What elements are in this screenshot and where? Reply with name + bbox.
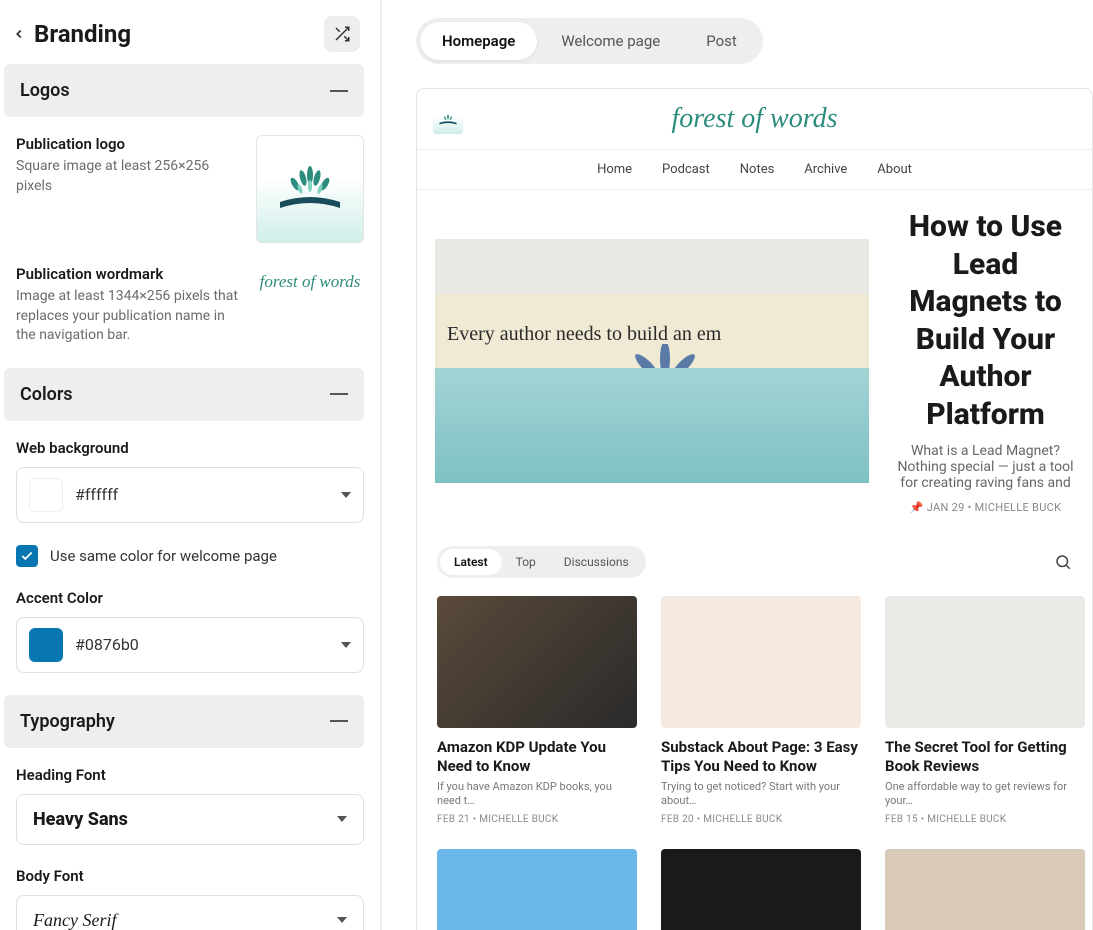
section-typography-title: Typography [20,711,115,732]
section-colors-title: Colors [20,384,73,405]
body-font-value: Fancy Serif [33,910,116,930]
nav-podcast[interactable]: Podcast [662,162,710,177]
post-title: The Secret Tool for Getting Book Reviews [885,738,1085,776]
chevron-down-icon [337,917,347,923]
publication-logo-desc: Square image at least 256×256 pixels [16,157,244,196]
feature-meta: 📌 JAN 29 • MICHELLE BUCK [897,501,1074,514]
post-card[interactable] [661,849,861,930]
page-title: Branding [34,20,131,48]
preview-frame: forest of words Home Podcast Notes Archi… [416,88,1093,930]
preview-logo[interactable] [433,104,463,134]
wordmark-desc: Image at least 1344×256 pixels that repl… [16,287,244,346]
section-colors[interactable]: Colors [4,368,364,421]
sort-row: Latest Top Discussions [417,532,1092,588]
wordmark-field: Publication wordmark Image at least 1344… [16,265,364,346]
nav-about[interactable]: About [877,162,912,177]
section-logos[interactable]: Logos [4,64,364,117]
settings-sidebar: Branding Logos Publication logo Square i… [0,0,380,930]
post-thumb [885,596,1085,728]
web-bg-swatch[interactable] [29,478,63,512]
nav-archive[interactable]: Archive [804,162,847,177]
accent-value: #0876b0 [75,635,329,654]
search-icon[interactable] [1054,553,1072,571]
sort-pills: Latest Top Discussions [437,546,646,578]
section-typography[interactable]: Typography [4,695,364,748]
accent-label: Accent Color [16,589,364,607]
collapse-icon [330,393,348,395]
tab-post[interactable]: Post [684,22,759,60]
preview-pane: Homepage Welcome page Post forest of wor… [382,0,1093,930]
post-card[interactable] [437,849,637,930]
tab-welcome[interactable]: Welcome page [539,22,682,60]
chevron-down-icon [341,642,351,648]
tab-homepage[interactable]: Homepage [420,22,537,60]
preview-nav: Home Podcast Notes Archive About [417,149,1092,190]
post-meta: FEB 15 • MICHELLE BUCK [885,814,1085,825]
chevron-down-icon [341,492,351,498]
post-title: Substack About Page: 3 Easy Tips You Nee… [661,738,861,776]
same-color-row[interactable]: Use same color for welcome page [16,545,364,567]
same-color-label: Use same color for welcome page [50,547,277,565]
accent-field: Accent Color #0876b0 [16,589,364,673]
section-logos-title: Logos [20,80,70,101]
accent-swatch[interactable] [29,628,63,662]
heading-font-label: Heading Font [16,766,364,784]
nav-notes[interactable]: Notes [740,162,775,177]
accent-input[interactable]: #0876b0 [16,617,364,673]
collapse-icon [330,90,348,92]
preview-brand[interactable]: forest of words [672,103,838,135]
sort-latest[interactable]: Latest [440,549,502,575]
web-bg-field: Web background #ffffff [16,439,364,523]
web-bg-value: #ffffff [75,485,329,504]
preview-topbar: forest of words [417,89,1092,149]
post-meta: FEB 20 • MICHELLE BUCK [661,814,861,825]
heading-font-select[interactable]: Heavy Sans [16,794,364,845]
post-thumb [661,849,861,930]
body-font-field: Body Font Fancy Serif [16,867,364,930]
back-button[interactable] [12,27,26,41]
post-thumb [885,849,1085,930]
wordmark-thumb[interactable]: forest of words [256,265,364,299]
heading-font-field: Heading Font Heavy Sans [16,766,364,845]
post-sub: One affordable way to get reviews for yo… [885,780,1085,809]
feature-body: How to Use Lead Magnets to Build Your Au… [897,208,1074,514]
sort-discussions[interactable]: Discussions [550,549,643,575]
feature-post[interactable]: Every author needs to build an em How to… [417,190,1092,532]
same-color-checkbox[interactable] [16,545,38,567]
sidebar-header: Branding [4,10,364,64]
post-card[interactable]: Amazon KDP Update You Need to Know If yo… [437,596,637,825]
publication-logo-field: Publication logo Square image at least 2… [16,135,364,243]
post-title: Amazon KDP Update You Need to Know [437,738,637,776]
post-sub: If you have Amazon KDP books, you need t… [437,780,637,809]
post-card[interactable] [885,849,1085,930]
heading-font-value: Heavy Sans [33,809,128,830]
chevron-down-icon [337,816,347,822]
post-thumb [437,596,637,728]
post-card[interactable]: Substack About Page: 3 Easy Tips You Nee… [661,596,861,825]
wordmark-text: forest of words [260,272,361,292]
feature-title: How to Use Lead Magnets to Build Your Au… [897,208,1074,433]
post-sub: Trying to get noticed? Start with your a… [661,780,861,809]
feature-image: Every author needs to build an em [435,239,869,483]
publication-logo-label: Publication logo [16,135,244,153]
sort-top[interactable]: Top [502,549,550,575]
body-font-label: Body Font [16,867,364,885]
feature-sub: What is a Lead Magnet? Nothing special —… [897,443,1074,491]
web-bg-input[interactable]: #ffffff [16,467,364,523]
preview-tabs: Homepage Welcome page Post [416,18,763,64]
wordmark-label: Publication wordmark [16,265,244,283]
publication-logo-thumb[interactable] [256,135,364,243]
collapse-icon [330,720,348,722]
flower-icon [625,344,705,424]
post-card[interactable]: The Secret Tool for Getting Book Reviews… [885,596,1085,825]
shuffle-button[interactable] [324,16,360,52]
post-thumb [437,849,637,930]
web-bg-label: Web background [16,439,364,457]
post-meta: FEB 21 • MICHELLE BUCK [437,814,637,825]
post-grid: Amazon KDP Update You Need to Know If yo… [417,588,1092,930]
body-font-select[interactable]: Fancy Serif [16,895,364,930]
post-thumb [661,596,861,728]
nav-home[interactable]: Home [597,162,632,177]
